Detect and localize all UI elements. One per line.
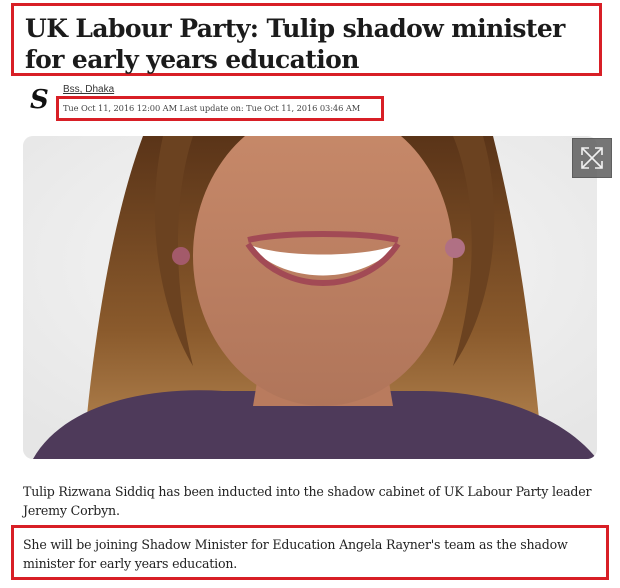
expand-image-button[interactable] (572, 138, 612, 178)
article-paragraph-2: She will be joining Shadow Minister for … (23, 537, 568, 571)
publisher-logo: S (30, 85, 49, 115)
dateline: Tue Oct 11, 2016 12:00 AM Last update on… (63, 103, 361, 113)
article-photo (23, 136, 597, 459)
portrait-illustration (23, 136, 597, 459)
expand-arrows-icon (581, 147, 603, 169)
article-paragraph-1: Tulip Rizwana Siddiq has been inducted i… (23, 484, 592, 518)
byline-link[interactable]: Bss, Dhaka (63, 84, 114, 95)
article-headline: UK Labour Party: Tulip shadow minister f… (25, 14, 565, 74)
